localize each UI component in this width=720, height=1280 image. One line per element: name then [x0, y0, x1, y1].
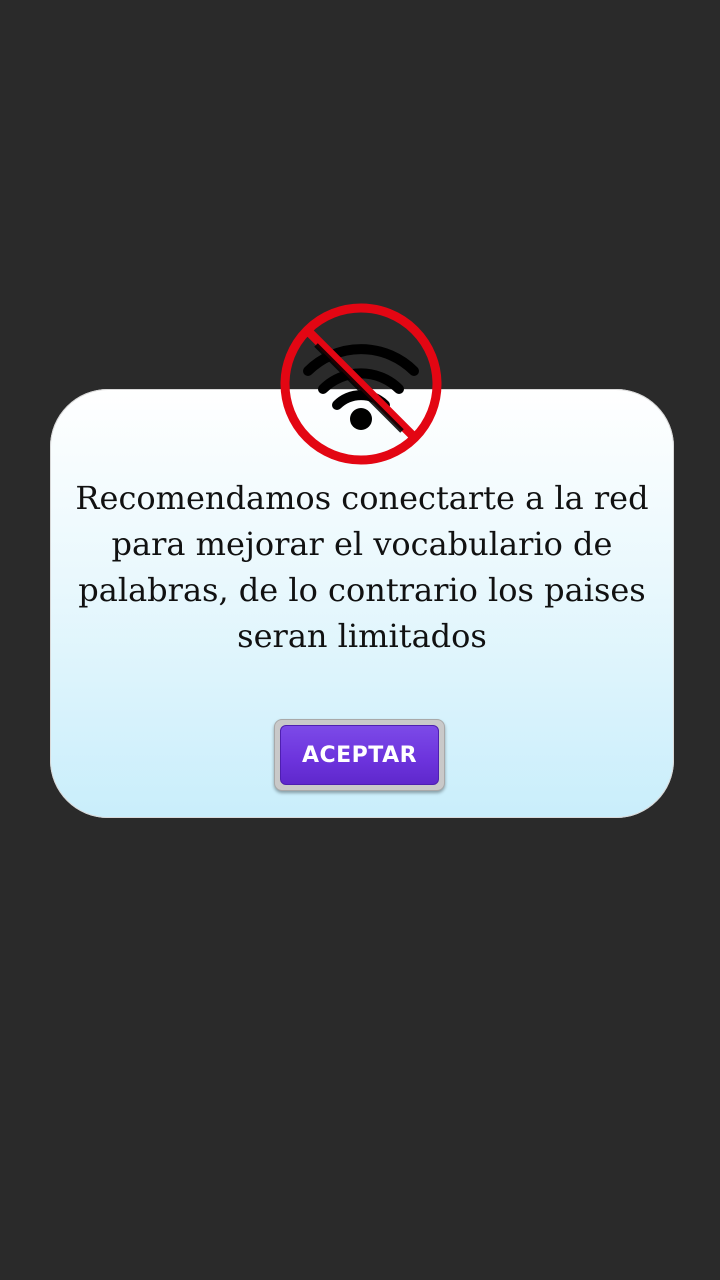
screen-background: Recomendamos conectarte a la red para me… — [0, 0, 720, 1280]
no-wifi-icon — [280, 303, 442, 465]
accept-button-frame: ACEPTAR — [274, 719, 445, 791]
dialog-message: Recomendamos conectarte a la red para me… — [75, 479, 649, 655]
accept-button[interactable]: ACEPTAR — [280, 725, 439, 785]
